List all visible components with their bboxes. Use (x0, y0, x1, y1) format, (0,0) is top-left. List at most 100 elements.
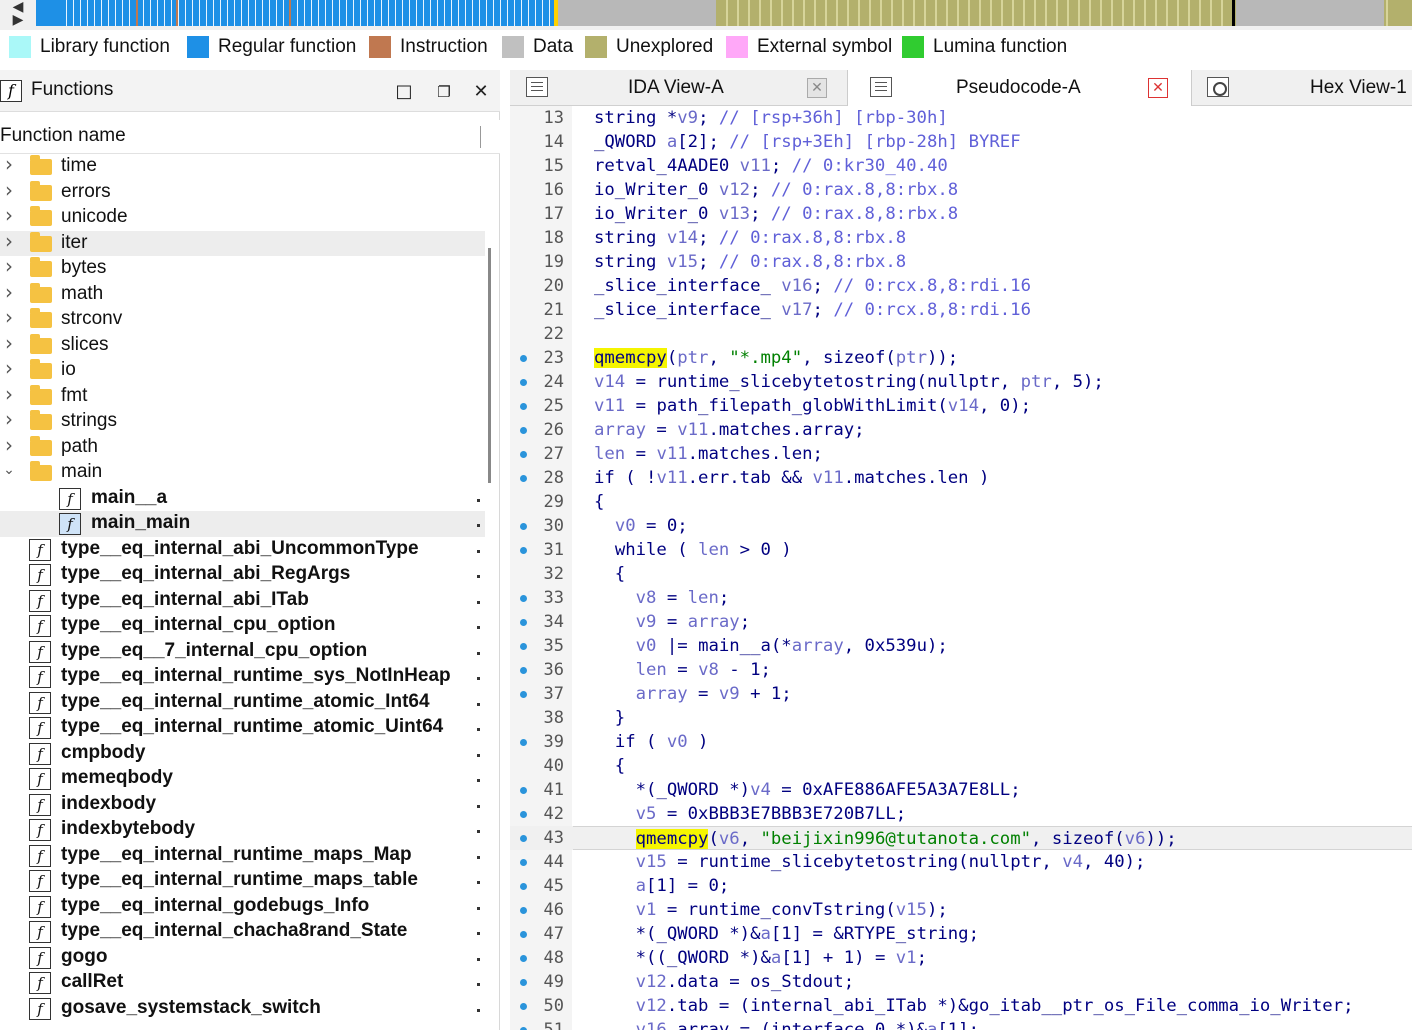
code-line[interactable]: 36 len = v8 - 1; (510, 658, 1412, 682)
code-line[interactable]: 34 v9 = array; (510, 610, 1412, 634)
tree-folder-main[interactable]: ⌄ main (0, 460, 485, 486)
code-line[interactable]: 33 v8 = len; (510, 586, 1412, 610)
code-text[interactable]: qmemcpy(v6, "beijixin996@tutanota.com", … (573, 826, 1412, 850)
tree-function-row[interactable]: f type__eq_internal_cpu_option (0, 613, 485, 639)
tree-function-row[interactable]: f type__eq_internal_runtime_atomic_Int64 (0, 690, 485, 716)
code-line[interactable]: 51 v16.array = (interface_0 *)&a[1]; (510, 1018, 1412, 1030)
code-line[interactable]: 37 array = v9 + 1; (510, 682, 1412, 706)
maximize-icon[interactable]: □ (393, 81, 415, 103)
code-line[interactable]: 48 *((_QWORD *)&a[1] + 1) = v1; (510, 946, 1412, 970)
code-text[interactable]: if ( !v11.err.tab && v11.matches.len ) (573, 466, 1412, 490)
code-line[interactable]: 50 v12.tab = (internal_abi_ITab *)&go_it… (510, 994, 1412, 1018)
tab-ida-view-a[interactable]: IDA View-A ✕ (510, 70, 840, 106)
code-text[interactable]: while ( len > 0 ) (573, 538, 1412, 562)
chevron-down-icon[interactable]: ⌄ (2, 462, 16, 478)
tab-pseudocode-a[interactable]: Pseudocode-A ✕ (847, 70, 1192, 106)
tree-function-row[interactable]: f type__eq_internal_abi_UncommonType (0, 537, 485, 563)
code-line[interactable]: 44 v15 = runtime_slicebytetostring(nullp… (510, 850, 1412, 874)
chevron-right-icon[interactable]: › (2, 178, 16, 202)
tree-function-row[interactable]: f indexbody (0, 792, 485, 818)
code-line[interactable]: 16 io_Writer_0 v12; // 0:rax.8,8:rbx.8 (510, 178, 1412, 202)
code-line[interactable]: 30 v0 = 0; (510, 514, 1412, 538)
code-line[interactable]: 13 string *v9; // [rsp+36h] [rbp-30h] (510, 106, 1412, 130)
code-text[interactable]: string v15; // 0:rax.8,8:rbx.8 (573, 250, 1412, 274)
tree-folder-slices[interactable]: › slices (0, 331, 485, 359)
chevron-right-icon[interactable]: › (2, 254, 16, 278)
tree-folder-bytes[interactable]: › bytes (0, 254, 485, 282)
tree-function-row[interactable]: f type__eq__7_internal_cpu_option (0, 639, 485, 665)
tree-function-row[interactable]: f type__eq_internal_runtime_maps_Map (0, 843, 485, 869)
code-text[interactable]: array = v9 + 1; (573, 682, 1412, 706)
code-text[interactable]: qmemcpy(ptr, "*.mp4", sizeof(ptr)); (573, 346, 1412, 370)
chevron-right-icon[interactable]: › (2, 382, 16, 406)
code-text[interactable]: { (573, 490, 1412, 514)
code-line[interactable]: 39 if ( v0 ) (510, 730, 1412, 754)
code-text[interactable]: v14 = runtime_slicebytetostring(nullptr,… (573, 370, 1412, 394)
code-line[interactable]: 26 array = v11.matches.array; (510, 418, 1412, 442)
code-text[interactable]: v16.array = (interface_0 *)&a[1]; (573, 1018, 1412, 1030)
tree-function-row[interactable]: f type__eq_internal_godebugs_Info (0, 894, 485, 920)
code-text[interactable]: { (573, 562, 1412, 586)
pseudocode-view[interactable]: 13 string *v9; // [rsp+36h] [rbp-30h] 14 _Q… (510, 106, 1412, 1030)
chevron-right-icon[interactable]: › (2, 154, 16, 176)
close-icon[interactable]: ✕ (470, 81, 492, 103)
code-line[interactable]: 40 { (510, 754, 1412, 778)
navigation-segment[interactable] (1236, 0, 1384, 26)
close-icon[interactable]: ✕ (807, 78, 827, 98)
navigation-segment[interactable] (1384, 0, 1412, 26)
code-line[interactable]: 14 _QWORD a[2]; // [rsp+3Eh] [rbp-28h] BY… (510, 130, 1412, 154)
code-line[interactable]: 29 { (510, 490, 1412, 514)
chevron-right-icon[interactable]: › (2, 356, 16, 380)
code-text[interactable]: string v14; // 0:rax.8,8:rbx.8 (573, 226, 1412, 250)
code-line[interactable]: 47 *(_QWORD *)&a[1] = &RTYPE_string; (510, 922, 1412, 946)
code-line[interactable]: 20 _slice_interface_ v16; // 0:rcx.8,8:rd… (510, 274, 1412, 298)
code-text[interactable]: { (573, 754, 1412, 778)
navigation-segment[interactable] (716, 0, 1236, 26)
chevron-right-icon[interactable]: › (2, 433, 16, 457)
code-text[interactable]: *((_QWORD *)&a[1] + 1) = v1; (573, 946, 1412, 970)
tree-function-row[interactable]: f indexbytebody (0, 817, 485, 843)
tree-function-row[interactable]: f type__eq_internal_abi_ITab (0, 588, 485, 614)
tree-function-main_main[interactable]: f main_main (0, 511, 485, 537)
tree-folder-time[interactable]: › time (0, 154, 485, 180)
code-line[interactable]: 45 a[1] = 0; (510, 874, 1412, 898)
tree-function-row[interactable]: f gogo (0, 945, 485, 971)
code-text[interactable]: a[1] = 0; (573, 874, 1412, 898)
tab-hex-view-1[interactable]: Hex View-1 (1200, 70, 1412, 106)
code-text[interactable]: v15 = runtime_slicebytetostring(nullptr,… (573, 850, 1412, 874)
code-text[interactable]: v1 = runtime_convTstring(v15); (573, 898, 1412, 922)
code-text[interactable]: len = v8 - 1; (573, 658, 1412, 682)
chevron-right-icon[interactable]: › (2, 280, 16, 304)
tree-folder-unicode[interactable]: › unicode (0, 203, 485, 231)
tree-folder-iter[interactable]: › iter (0, 229, 485, 256)
tree-folder-fmt[interactable]: › fmt (0, 382, 485, 410)
tree-function-row[interactable]: f memeqbody (0, 766, 485, 792)
chevron-right-icon[interactable]: › (2, 305, 16, 329)
column-resize-handle[interactable] (480, 126, 482, 148)
code-text[interactable]: _slice_interface_ v16; // 0:rcx.8,8:rdi.… (573, 274, 1412, 298)
code-text[interactable]: v0 |= main__a(*array, 0x539u); (573, 634, 1412, 658)
code-text[interactable]: io_Writer_0 v12; // 0:rax.8,8:rbx.8 (573, 178, 1412, 202)
code-line[interactable]: 15 retval_4AADE0 v11; // 0:kr30_40.40 (510, 154, 1412, 178)
code-line[interactable]: 49 v12.data = os_Stdout; (510, 970, 1412, 994)
code-text[interactable]: v0 = 0; (573, 514, 1412, 538)
code-text[interactable]: string *v9; // [rsp+36h] [rbp-30h] (573, 106, 1412, 130)
code-line[interactable]: 23 qmemcpy(ptr, "*.mp4", sizeof(ptr)); (510, 346, 1412, 370)
code-line[interactable]: 21 _slice_interface_ v17; // 0:rcx.8,8:rd… (510, 298, 1412, 322)
code-text[interactable]: *(_QWORD *)&a[1] = &RTYPE_string; (573, 922, 1412, 946)
code-line[interactable]: 25 v11 = path_filepath_globWithLimit(v14,… (510, 394, 1412, 418)
code-text[interactable]: array = v11.matches.array; (573, 418, 1412, 442)
code-text[interactable] (573, 322, 1412, 346)
code-text[interactable]: v9 = array; (573, 610, 1412, 634)
code-line[interactable]: 42 v5 = 0xBBB3E7BBB3E720B7LL; (510, 802, 1412, 826)
tree-function-row[interactable]: f type__eq_internal_runtime_maps_table (0, 868, 485, 894)
tree-function-row[interactable]: f callRet (0, 970, 485, 996)
code-text[interactable]: v8 = len; (573, 586, 1412, 610)
chevron-right-icon[interactable]: › (2, 331, 16, 355)
tree-folder-errors[interactable]: › errors (0, 178, 485, 206)
tree-function-row[interactable]: f type__eq_internal_runtime_sys_NotInHeap (0, 664, 485, 690)
chevron-right-icon[interactable]: › (2, 407, 16, 431)
navigation-segment[interactable] (558, 0, 716, 26)
function-name-column-header[interactable]: Function name (0, 120, 500, 154)
code-line[interactable]: 46 v1 = runtime_convTstring(v15); (510, 898, 1412, 922)
